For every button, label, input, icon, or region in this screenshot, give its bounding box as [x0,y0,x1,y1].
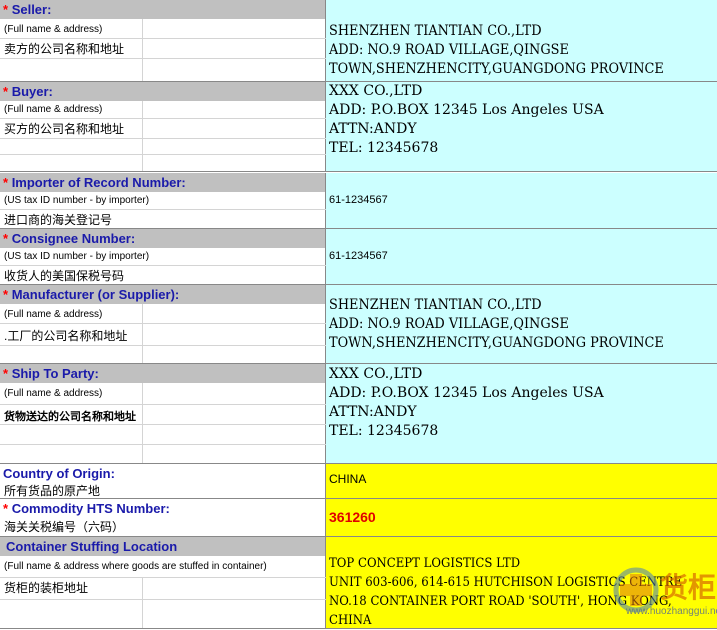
importer-value-cell[interactable]: 61-1234567 [326,173,717,228]
consignee-value-cell[interactable]: 61-1234567 [326,229,717,284]
manufacturer-hint: (Full name & address) [4,309,103,320]
watermark-url: www.huozhanggui.net [626,606,717,617]
seller-line-3: TOWN,SHENZHENCITY,GUANGDONG PROVINCE [329,61,664,77]
origin-row: Country of Origin: 所有货品的原产地 CHINA [0,464,717,498]
watermark-text: 货柜 [660,572,717,603]
origin-cn: 所有货品的原产地 [4,484,101,498]
manufacturer-line-3: TOWN,SHENZHENCITY,GUANGDONG PROVINCE [329,335,664,351]
ship-to-line-3: ATTN:ANDY [329,404,417,420]
required-mark: * [3,175,9,190]
buyer-row: * Buyer: (Full name & address) 买方的公司名称和地… [0,82,717,171]
consignee-label-cell: * Consignee Number: (US tax ID number - … [0,229,326,284]
ship-to-title: Ship To Party: [11,366,99,381]
origin-title: Country of Origin: [3,466,115,481]
seller-value-cell[interactable]: SHENZHEN TIANTIAN CO.,LTD ADD: NO.9 ROAD… [326,0,717,81]
buyer-line-2: ADD: P.O.BOX 12345 Los Angeles USA [329,102,604,118]
required-mark: * [3,501,9,516]
stuffing-hint: (Full name & address where goods are stu… [4,561,267,572]
seller-line-1: SHENZHEN TIANTIAN CO.,LTD [329,23,542,39]
ship-to-cn: 货物送达的公司名称和地址 [4,411,136,423]
stuffing-label-cell: Container Stuffing Location (Full name &… [0,537,326,629]
hts-value-cell[interactable]: 361260 [326,499,717,536]
manufacturer-line-1: SHENZHEN TIANTIAN CO.,LTD [329,297,542,313]
importer-row: * Importer of Record Number: (US tax ID … [0,173,717,228]
seller-hint: (Full name & address) [4,24,103,35]
manufacturer-value-cell[interactable]: SHENZHEN TIANTIAN CO.,LTD ADD: NO.9 ROAD… [326,285,717,363]
origin-header: Country of Origin: [0,464,325,483]
consignee-title: Consignee Number: [11,231,136,246]
ship-to-row: * Ship To Party: (Full name & address) 货… [0,364,717,463]
buyer-title: Buyer: [11,84,53,99]
form-sheet: * Seller: (Full name & address) 卖方的公司名称和… [0,0,717,629]
stuffing-header: Container Stuffing Location [0,537,325,556]
ship-to-hint: (Full name & address) [4,388,103,399]
origin-value: CHINA [329,472,367,486]
ship-to-label-cell: * Ship To Party: (Full name & address) 货… [0,364,326,463]
consignee-number: 61-1234567 [329,250,388,262]
buyer-label-cell: * Buyer: (Full name & address) 买方的公司名称和地… [0,82,326,171]
ship-to-line-1: XXX CO.,LTD [329,366,423,382]
buyer-cn: 买方的公司名称和地址 [4,122,125,136]
buyer-value-cell[interactable]: XXX CO.,LTD ADD: P.O.BOX 12345 Los Angel… [326,82,717,171]
manufacturer-cn: .工厂的公司名称和地址 [4,329,128,343]
stuffing-row: Container Stuffing Location (Full name &… [0,537,717,629]
required-mark: * [3,366,9,381]
importer-number: 61-1234567 [329,194,388,206]
manufacturer-header: * Manufacturer (or Supplier): [0,285,325,304]
stuffing-line-1: TOP CONCEPT LOGISTICS LTD [329,556,521,571]
seller-header: * Seller: [0,0,325,19]
consignee-header: * Consignee Number: [0,229,325,248]
required-mark: * [3,231,9,246]
stuffing-cn: 货柜的装柜地址 [4,581,89,595]
origin-value-cell[interactable]: CHINA [326,464,717,498]
required-mark: * [3,84,9,99]
importer-hint: (US tax ID number - by importer) [4,195,150,206]
manufacturer-title: Manufacturer (or Supplier): [11,287,180,302]
buyer-hint: (Full name & address) [4,104,103,115]
ship-to-header: * Ship To Party: [0,364,325,383]
importer-header: * Importer of Record Number: [0,173,325,192]
seller-title: Seller: [11,2,52,17]
seller-label-cell: * Seller: (Full name & address) 卖方的公司名称和… [0,0,326,81]
importer-cn: 进口商的海关登记号 [4,213,113,227]
manufacturer-line-2: ADD: NO.9 ROAD VILLAGE,QINGSE [329,316,569,332]
origin-label-cell: Country of Origin: 所有货品的原产地 [0,464,326,498]
consignee-cn: 收货人的美国保税号码 [4,269,125,283]
manufacturer-row: * Manufacturer (or Supplier): (Full name… [0,285,717,363]
seller-line-2: ADD: NO.9 ROAD VILLAGE,QINGSE [329,42,569,58]
buyer-line-1: XXX CO.,LTD [329,83,423,99]
consignee-hint: (US tax ID number - by importer) [4,251,150,262]
seller-row: * Seller: (Full name & address) 卖方的公司名称和… [0,0,717,81]
consignee-row: * Consignee Number: (US tax ID number - … [0,229,717,284]
required-mark: * [3,2,9,17]
buyer-line-3: ATTN:ANDY [329,121,417,137]
seller-cn: 卖方的公司名称和地址 [4,42,125,56]
hts-header: * Commodity HTS Number: [0,499,325,518]
hts-title: Commodity HTS Number: [11,501,170,516]
hts-label-cell: * Commodity HTS Number: 海关关税编号（六码） [0,499,326,536]
ship-to-line-2: ADD: P.O.BOX 12345 Los Angeles USA [329,385,604,401]
hts-value: 361260 [329,509,376,525]
importer-label-cell: * Importer of Record Number: (US tax ID … [0,173,326,228]
importer-title: Importer of Record Number: [11,175,186,190]
manufacturer-label-cell: * Manufacturer (or Supplier): (Full name… [0,285,326,363]
required-mark: * [3,287,9,302]
hts-row: * Commodity HTS Number: 海关关税编号（六码） 36126… [0,499,717,536]
ship-to-value-cell[interactable]: XXX CO.,LTD ADD: P.O.BOX 12345 Los Angel… [326,364,717,463]
buyer-header: * Buyer: [0,82,325,101]
ship-to-line-4: TEL: 12345678 [329,423,439,439]
stuffing-title: Container Stuffing Location [6,539,178,554]
buyer-line-4: TEL: 12345678 [329,140,439,156]
hts-cn: 海关关税编号（六码） [4,520,125,534]
